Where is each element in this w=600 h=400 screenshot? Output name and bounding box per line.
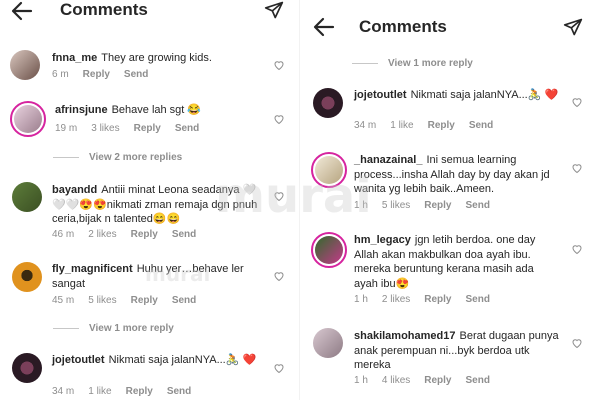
view-more-replies-label: View 1 more reply bbox=[388, 58, 473, 69]
avatar[interactable] bbox=[12, 353, 42, 383]
heart-icon[interactable] bbox=[571, 243, 583, 255]
send-button[interactable]: Send bbox=[167, 386, 191, 397]
comment-time: 19 m bbox=[55, 123, 78, 134]
comment-username[interactable]: jojetoutlet bbox=[354, 89, 407, 101]
comment-time: 34 m bbox=[354, 120, 377, 131]
comment-time: 1 h bbox=[354, 294, 368, 305]
send-button[interactable]: Send bbox=[466, 375, 490, 386]
reply-button[interactable]: Reply bbox=[424, 200, 451, 211]
send-button[interactable]: Send bbox=[175, 123, 199, 134]
reply-button[interactable]: Reply bbox=[131, 229, 158, 240]
view-more-replies-label: View 2 more replies bbox=[89, 152, 183, 163]
view-more-replies[interactable]: View 1 more reply bbox=[53, 323, 174, 334]
heart-icon[interactable] bbox=[273, 270, 285, 282]
avatar[interactable] bbox=[10, 50, 40, 80]
avatar[interactable] bbox=[12, 262, 42, 292]
avatar[interactable] bbox=[12, 182, 42, 212]
reply-button[interactable]: Reply bbox=[83, 69, 110, 80]
avatar[interactable] bbox=[10, 101, 46, 137]
avatar[interactable] bbox=[313, 88, 343, 118]
reply-button[interactable]: Reply bbox=[428, 120, 455, 131]
view-more-replies[interactable]: View 2 more replies bbox=[53, 152, 182, 163]
comment-time: 45 m bbox=[52, 295, 75, 306]
avatar[interactable] bbox=[311, 232, 347, 268]
send-button[interactable]: Send bbox=[124, 69, 148, 80]
like-count[interactable]: 2 likes bbox=[382, 294, 410, 305]
comment-time: 1 h bbox=[354, 375, 368, 386]
avatar[interactable] bbox=[311, 152, 347, 188]
reply-button[interactable]: Reply bbox=[126, 386, 153, 397]
right-comments-panel: Comments View 1 more reply jojetoutlet Ni… bbox=[300, 0, 600, 400]
page-title: Comments bbox=[60, 0, 148, 19]
like-count[interactable]: 1 like bbox=[88, 386, 111, 397]
reply-button[interactable]: Reply bbox=[131, 295, 158, 306]
heart-icon[interactable] bbox=[571, 162, 583, 174]
comment-username[interactable]: fnna_me bbox=[52, 52, 97, 64]
heart-icon[interactable] bbox=[273, 113, 285, 125]
like-count[interactable]: 3 likes bbox=[91, 123, 119, 134]
comment-time: 6 m bbox=[52, 69, 69, 80]
send-button[interactable]: Send bbox=[469, 120, 493, 131]
send-button[interactable]: Send bbox=[172, 295, 196, 306]
avatar[interactable] bbox=[313, 328, 343, 358]
header: Comments bbox=[300, 16, 600, 40]
comment-text: Behave lah sgt 😂 bbox=[111, 104, 202, 116]
comment-time: 46 m bbox=[52, 229, 75, 240]
heart-icon[interactable] bbox=[571, 96, 583, 108]
comment-username[interactable]: fly_magnificent bbox=[52, 263, 133, 275]
heart-icon[interactable] bbox=[273, 59, 285, 71]
heart-icon[interactable] bbox=[571, 337, 583, 349]
comment-username[interactable]: bayandd bbox=[52, 184, 97, 196]
comment-time: 34 m bbox=[52, 386, 75, 397]
left-comments-panel: Comments fnna_me They are growing kids. 6… bbox=[0, 0, 300, 400]
comment-username[interactable]: afrinsjune bbox=[55, 104, 108, 116]
back-arrow-icon[interactable] bbox=[312, 16, 336, 38]
page-title: Comments bbox=[359, 17, 447, 36]
send-icon[interactable] bbox=[264, 0, 284, 20]
like-count[interactable]: 5 likes bbox=[382, 200, 410, 211]
reply-button[interactable]: Reply bbox=[424, 294, 451, 305]
like-count[interactable]: 4 likes bbox=[382, 375, 410, 386]
like-count[interactable]: 1 like bbox=[390, 120, 413, 131]
like-count[interactable]: 5 likes bbox=[88, 295, 116, 306]
comment-text: They are growing kids. bbox=[101, 52, 212, 64]
send-icon[interactable] bbox=[563, 17, 583, 37]
view-more-replies[interactable]: View 1 more reply bbox=[352, 58, 473, 69]
view-more-replies-label: View 1 more reply bbox=[89, 323, 174, 334]
comment-username[interactable]: _hanazainal_ bbox=[354, 154, 422, 166]
comment-username[interactable]: jojetoutlet bbox=[52, 354, 105, 366]
send-button[interactable]: Send bbox=[172, 229, 196, 240]
comment-text: Nikmati saja jalanNYA...🚴 ❤️ bbox=[108, 354, 257, 366]
reply-button[interactable]: Reply bbox=[134, 123, 161, 134]
comment-username[interactable]: hm_legacy bbox=[354, 234, 411, 246]
send-button[interactable]: Send bbox=[466, 200, 490, 211]
reply-button[interactable]: Reply bbox=[424, 375, 451, 386]
header: Comments bbox=[0, 0, 300, 24]
heart-icon[interactable] bbox=[273, 362, 285, 374]
back-arrow-icon[interactable] bbox=[10, 0, 34, 22]
send-button[interactable]: Send bbox=[466, 294, 490, 305]
heart-icon[interactable] bbox=[273, 190, 285, 202]
comment-text: Nikmati saja jalanNYA...🚴 ❤️ bbox=[410, 89, 559, 101]
comment-username[interactable]: shakilamohamed17 bbox=[354, 330, 456, 342]
like-count[interactable]: 2 likes bbox=[88, 229, 116, 240]
comment-time: 1 h bbox=[354, 200, 368, 211]
